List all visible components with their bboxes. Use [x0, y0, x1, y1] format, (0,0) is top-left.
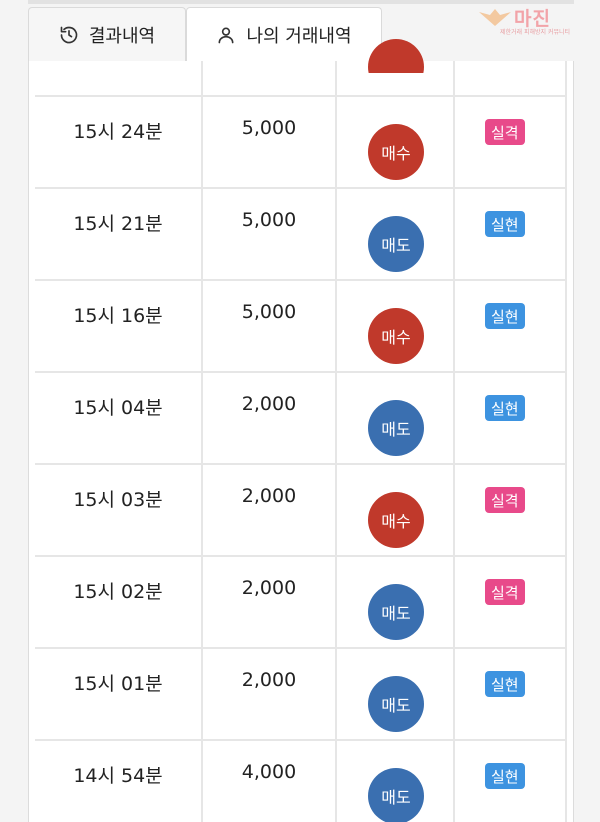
result-badge: 실현 [485, 671, 525, 697]
table-row[interactable]: 14시 54분 4,000 매도 실현 [35, 739, 567, 822]
side-circle: 매도 [368, 584, 424, 640]
result-badge: 실현 [485, 395, 525, 421]
side-circle: 매수 [368, 492, 424, 548]
result-badge: 실격 [485, 119, 525, 145]
tab-my-trades-label: 나의 거래내역 [246, 25, 352, 47]
trade-time: 15시 16분 [73, 305, 163, 327]
trade-time: 15시 01분 [73, 673, 163, 695]
trade-time: 15시 02분 [73, 581, 163, 603]
tab-results[interactable]: 결과내역 [28, 7, 186, 61]
side-circle: 매수 [368, 308, 424, 364]
trade-time: 15시 24분 [73, 121, 163, 143]
table-row[interactable]: 15시 16분 5,000 매수 실현 [35, 279, 567, 371]
eagle-badge-icon [479, 9, 511, 26]
result-badge: 실현 [485, 211, 525, 237]
result-badge: 실현 [485, 303, 525, 329]
side-circle: 매수 [368, 124, 424, 180]
user-icon [216, 25, 236, 45]
side-circle-partial [368, 39, 424, 73]
result-badge: 실격 [485, 487, 525, 513]
tab-my-trades[interactable]: 나의 거래내역 [186, 7, 382, 61]
trade-amount: 2,000 [241, 669, 297, 691]
table-row[interactable]: 15시 02분 2,000 매도 실격 [35, 555, 567, 647]
trade-amount: 5,000 [241, 301, 297, 323]
trade-amount: 5,000 [241, 209, 297, 231]
table-row[interactable]: 15시 04분 2,000 매도 실현 [35, 371, 567, 463]
table-row[interactable]: 15시 01분 2,000 매도 실현 [35, 647, 567, 739]
table-row-partial [35, 39, 567, 95]
watermark-logo: 마진 제한거래 피해방지 커뮤니티 [478, 4, 596, 36]
trade-time: 15시 03분 [73, 489, 163, 511]
table-row[interactable]: 15시 03분 2,000 매수 실격 [35, 463, 567, 555]
trade-time: 15시 21분 [73, 213, 163, 235]
side-circle: 매도 [368, 676, 424, 732]
table-row[interactable]: 15시 24분 5,000 매수 실격 [35, 95, 567, 187]
trade-amount: 2,000 [241, 577, 297, 599]
result-badge: 실격 [485, 579, 525, 605]
trade-history-panel: 15시 24분 5,000 매수 실격 15시 21분 5,000 매도 실현 15시 16분 5… [28, 39, 574, 822]
side-circle: 매도 [368, 216, 424, 272]
trade-amount: 4,000 [241, 761, 297, 783]
trade-time: 15시 04분 [73, 397, 163, 419]
side-circle: 매도 [368, 768, 424, 822]
trade-amount: 2,000 [241, 485, 297, 507]
side-circle: 매도 [368, 400, 424, 456]
trade-amount: 2,000 [241, 393, 297, 415]
history-icon [59, 25, 79, 45]
result-badge: 실현 [485, 763, 525, 789]
tab-results-label: 결과내역 [88, 25, 156, 47]
trade-amount: 5,000 [241, 117, 297, 139]
table-row[interactable]: 15시 21분 5,000 매도 실현 [35, 187, 567, 279]
watermark-subtitle: 제한거래 피해방지 커뮤니티 [500, 29, 571, 36]
trade-time: 14시 54분 [73, 765, 163, 787]
